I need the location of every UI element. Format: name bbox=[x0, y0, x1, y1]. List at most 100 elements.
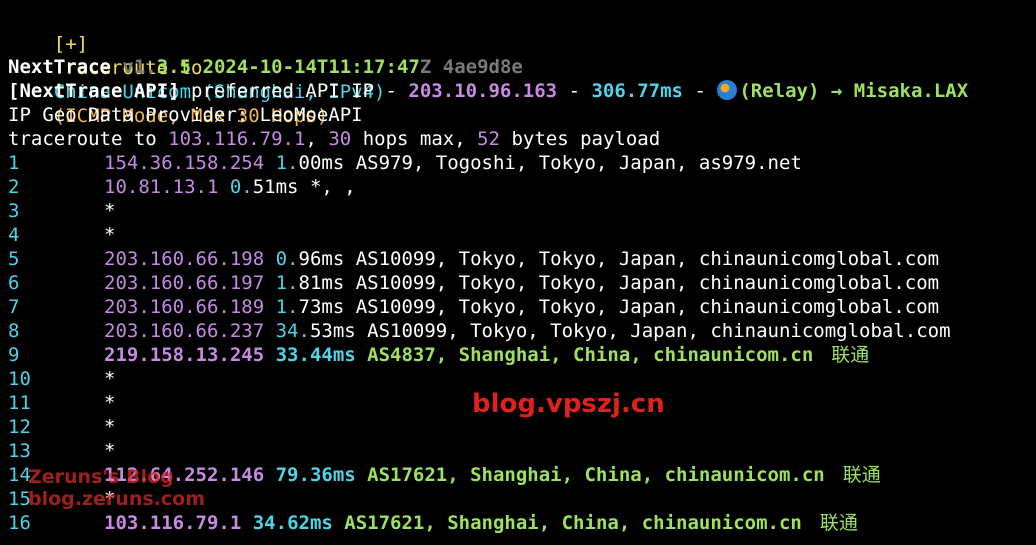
nexttrace-version: 3.5 bbox=[156, 56, 192, 78]
nexttrace-version-prefix: v1. bbox=[122, 56, 157, 78]
header-line: [+] Traceroute to China Unicom (Shanghai… bbox=[8, 8, 1036, 127]
trace-hops: 30 bbox=[328, 128, 352, 150]
nexttrace-z: Z bbox=[419, 56, 432, 78]
hop-number: 9 bbox=[8, 344, 20, 366]
hop-geo-info: AS10099, Tokyo, Tokyo, Japan, chinaunico… bbox=[355, 248, 940, 270]
hop-timeout: * bbox=[104, 224, 116, 246]
hop-row: 6 203.160.66.197 1.81ms AS10099, Tokyo, T… bbox=[8, 271, 1036, 295]
hop-geo-info: *, , bbox=[309, 176, 356, 198]
hop-row: 13 * bbox=[8, 439, 1036, 463]
hop-rtt-int: 34. bbox=[275, 320, 310, 342]
hop-row: 3 * bbox=[8, 199, 1036, 223]
api-label: [NextTrace API] bbox=[8, 80, 180, 102]
hop-rtt-rest: 51ms bbox=[252, 176, 299, 198]
hop-number: 7 bbox=[8, 296, 20, 318]
nexttrace-version-line: NextTrace v1.3.5 2024-10-14T11:17:47Z 4a… bbox=[8, 55, 1036, 79]
hop-timeout: * bbox=[104, 440, 116, 462]
hop-rtt-int: 1. bbox=[275, 296, 299, 318]
hop-ip: 154.36.158.254 bbox=[104, 152, 265, 174]
hop-number: 6 bbox=[8, 272, 20, 294]
hop-number: 1 bbox=[8, 152, 20, 174]
hop-ip: 219.158.13.245 bbox=[104, 344, 265, 366]
hop-number: 12 bbox=[8, 416, 31, 438]
hop-rtt-int: 1. bbox=[275, 272, 299, 294]
watermark-zeruns-title: Zeruns's Blog bbox=[28, 466, 174, 488]
hop-rtt-int: 0. bbox=[275, 248, 299, 270]
hop-geo-info: AS10099, Tokyo, Tokyo, Japan, chinaunico… bbox=[355, 296, 940, 318]
hop-ip: 203.160.66.198 bbox=[104, 248, 265, 270]
api-arrow: → bbox=[830, 80, 843, 102]
hop-number: 8 bbox=[8, 320, 20, 342]
hop-row: 9 219.158.13.245 33.44ms AS4837, Shanghai… bbox=[8, 343, 1036, 367]
api-text: preferred API IP - bbox=[191, 80, 397, 102]
globe-icon bbox=[717, 80, 738, 100]
hop-number: 3 bbox=[8, 200, 20, 222]
hop-timeout: * bbox=[104, 200, 116, 222]
hop-rtt-rest: 73ms bbox=[298, 296, 345, 318]
hop-rtt-rest: 53ms bbox=[309, 320, 356, 342]
trace-prefix: traceroute to bbox=[8, 128, 157, 150]
hop-row: 16 103.116.79.1 34.62ms AS17621, Shanghai… bbox=[8, 511, 1036, 535]
hop-ip: 203.160.66.237 bbox=[104, 320, 265, 342]
header-bracket: [+] bbox=[53, 33, 89, 55]
hop-ip: 103.116.79.1 bbox=[104, 512, 242, 534]
traceroute-line: traceroute to 103.116.79.1, 30 hops max,… bbox=[8, 128, 661, 150]
hop-rtt-int: 79. bbox=[275, 464, 310, 486]
hop-geo-info: AS10099, Tokyo, Tokyo, Japan, chinaunico… bbox=[355, 272, 940, 294]
trace-hops-text: hops max, bbox=[362, 128, 466, 150]
hop-row: 8 203.160.66.237 34.53ms AS10099, Tokyo, … bbox=[8, 319, 1036, 343]
hop-rtt-rest: 81ms bbox=[298, 272, 345, 294]
hop-number: 2 bbox=[8, 176, 20, 198]
hop-rtt-rest: 36ms bbox=[309, 464, 356, 486]
hop-number: 4 bbox=[8, 224, 20, 246]
hop-row: 4 * bbox=[8, 223, 1036, 247]
hop-geo-info: AS4837, Shanghai, China, chinaunicom.cn bbox=[367, 344, 814, 366]
hop-number: 13 bbox=[8, 440, 31, 462]
hop-number: 16 bbox=[8, 512, 31, 534]
trace-ip: 103.116.79.1 bbox=[168, 128, 306, 150]
hop-rtt-int: 33. bbox=[275, 344, 310, 366]
hop-geo-info: AS10099, Tokyo, Tokyo, Japan, chinaunico… bbox=[367, 320, 951, 342]
watermark-zeruns: Zeruns's Blog blog.zeruns.com bbox=[28, 466, 205, 510]
api-node: Misaka.LAX bbox=[853, 80, 969, 102]
api-latency: 306.77ms bbox=[591, 80, 683, 102]
nexttrace-hash: 4ae9d8e bbox=[442, 56, 523, 78]
hop-isp-tag: 联通 bbox=[831, 344, 870, 366]
hop-number: 10 bbox=[8, 368, 31, 390]
geo-provider-line: IP Geo Data Provider: LeoMoeAPI bbox=[8, 104, 363, 126]
hop-row: 1 154.36.158.254 1.00ms AS979, Togoshi, T… bbox=[8, 151, 1036, 175]
hop-row: 5 203.160.66.198 0.96ms AS10099, Tokyo, T… bbox=[8, 247, 1036, 271]
terminal-output: [+] Traceroute to China Unicom (Shanghai… bbox=[8, 8, 1036, 535]
nexttrace-name: NextTrace bbox=[8, 56, 111, 78]
hop-geo-info: AS17621, Shanghai, China, chinaunicom.cn bbox=[367, 464, 825, 486]
api-ip: 203.10.96.163 bbox=[408, 80, 558, 102]
watermark-zeruns-url: blog.zeruns.com bbox=[28, 488, 205, 510]
api-line: [NextTrace API] preferred API IP - 203.1… bbox=[8, 79, 1036, 103]
trace-bytes-text: bytes payload bbox=[511, 128, 661, 150]
hop-row: 2 10.81.13.1 0.51ms *, , bbox=[8, 175, 1036, 199]
hop-ip: 203.160.66.197 bbox=[104, 272, 265, 294]
api-sep: - bbox=[568, 80, 581, 102]
hop-rtt-rest: 96ms bbox=[298, 248, 345, 270]
hop-row: 7 203.160.66.189 1.73ms AS10099, Tokyo, T… bbox=[8, 295, 1036, 319]
watermark-vpszj: blog.vpszj.cn bbox=[472, 389, 665, 419]
trace-bytes: 52 bbox=[477, 128, 500, 150]
hop-rtt-rest: 44ms bbox=[309, 344, 356, 366]
hop-rtt-int: 0. bbox=[229, 176, 253, 198]
hop-number: 5 bbox=[8, 248, 20, 270]
hop-ip: 203.160.66.189 bbox=[104, 296, 265, 318]
hop-rtt-rest: 62ms bbox=[287, 512, 333, 534]
hop-isp-tag: 联通 bbox=[819, 512, 858, 534]
api-relay: (Relay) bbox=[739, 80, 820, 102]
nexttrace-datetime: 2024-10-14T11:17:47 bbox=[202, 56, 420, 78]
hop-rtt-int: 1. bbox=[275, 152, 299, 174]
hop-row: 10 * bbox=[8, 367, 1036, 391]
hop-geo-info: AS17621, Shanghai, China, chinaunicom.cn bbox=[344, 512, 802, 534]
hop-ip: 10.81.13.1 bbox=[104, 176, 219, 198]
hop-rtt-rest: 00ms bbox=[298, 152, 345, 174]
hop-timeout: * bbox=[104, 392, 116, 414]
hop-number: 11 bbox=[8, 392, 31, 414]
hop-timeout: * bbox=[104, 416, 116, 438]
hop-rtt-int: 34. bbox=[252, 512, 288, 534]
